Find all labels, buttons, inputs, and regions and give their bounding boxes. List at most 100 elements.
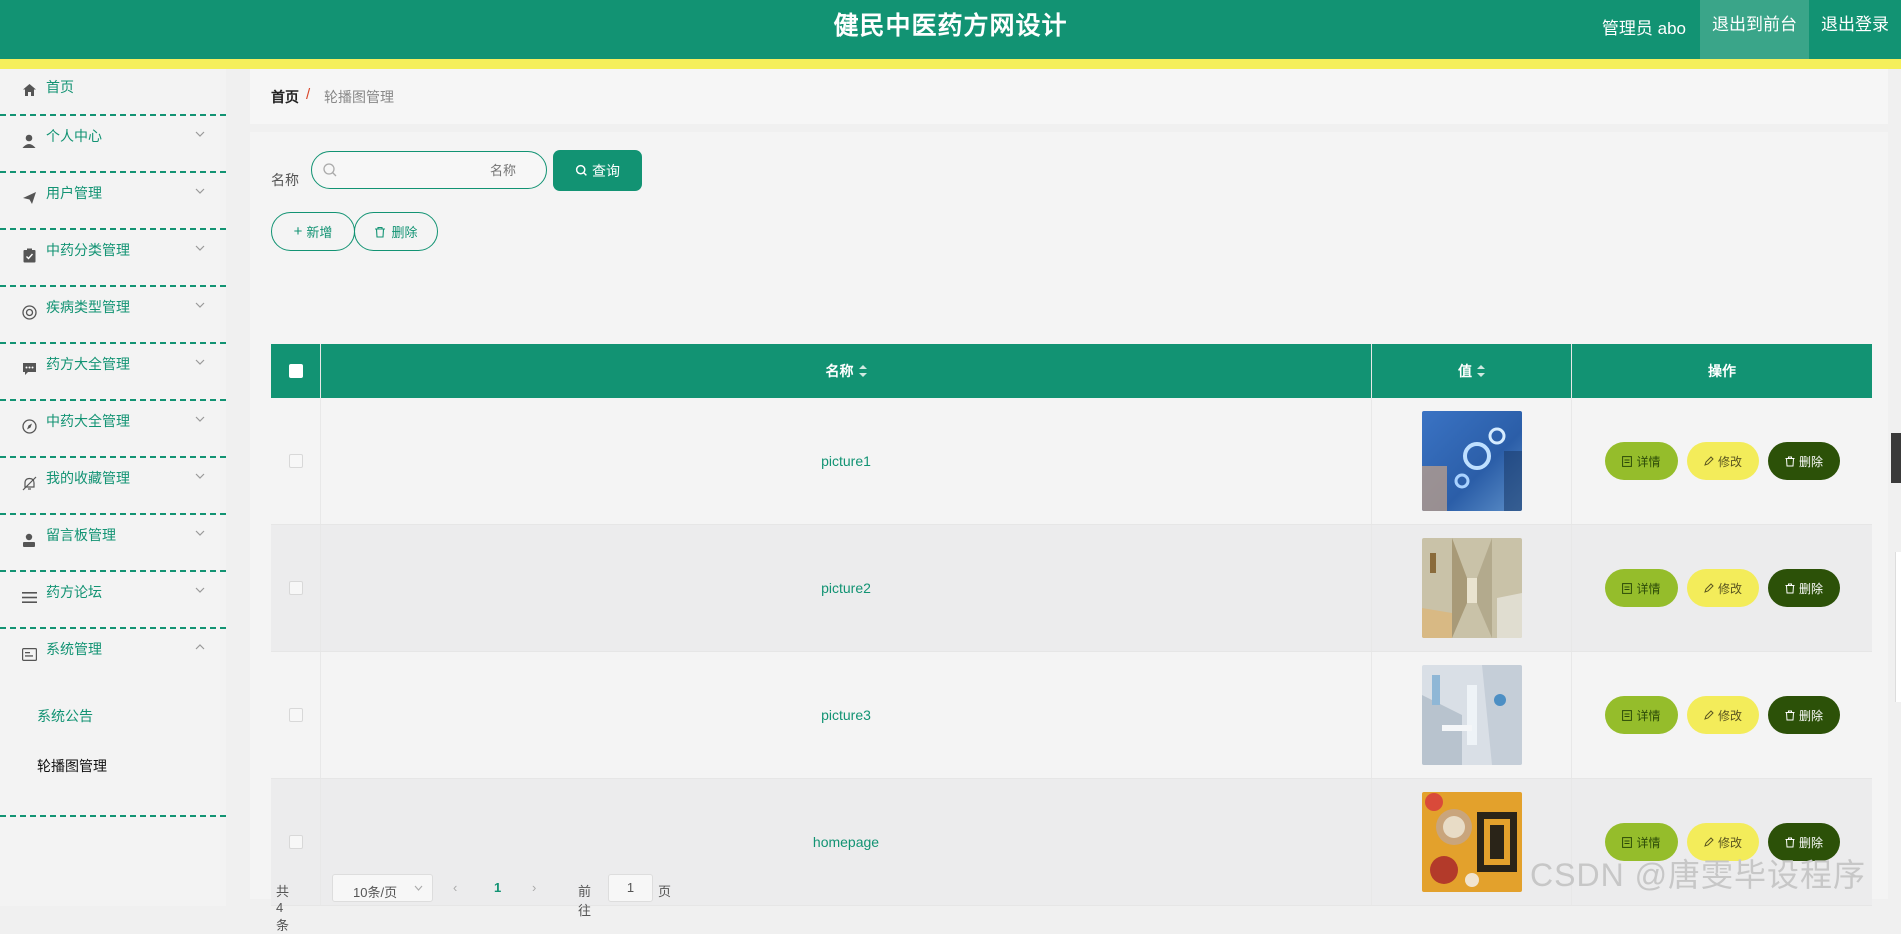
chevron-down-icon [195,131,205,137]
bell-off-icon [21,475,37,491]
scrollbar-thumb[interactable] [1891,433,1901,483]
row-checkbox[interactable] [288,581,303,595]
search-label: 名称 [271,172,299,188]
batch-delete-button[interactable]: 删除 [354,212,438,251]
detail-button[interactable]: 详情 [1605,696,1678,734]
search-field[interactable] [311,151,547,189]
row-name: picture2 [821,580,871,596]
chevron-down-icon [195,416,205,422]
column-header-value[interactable]: 值 [1372,344,1572,398]
search-icon [323,163,337,177]
sidebar: 首页 个人中心 用户管理 中药分类管理 疾病类型管理 药方大全管理 中药大全管理… [0,69,226,906]
row-checkbox[interactable] [288,454,303,468]
sidebar-item-label: 中药分类管理 [46,242,130,258]
list-icon [21,589,37,605]
chevron-down-icon [195,359,205,365]
column-header-label: 值 [1458,363,1472,379]
column-header-name[interactable]: 名称 [321,344,1372,398]
delete-button[interactable]: 删除 [1768,569,1840,607]
sidebar-item-forum[interactable]: 药方论坛 [0,572,226,629]
search-icon [575,164,587,176]
sidebar-item-label: 药方大全管理 [46,356,130,372]
breadcrumb-current: 轮播图管理 [324,89,394,105]
image-thumbnail[interactable] [1421,665,1522,765]
sidebar-item-personal[interactable]: 个人中心 [0,116,226,173]
delete-button[interactable]: 删除 [1768,696,1840,734]
delete-button-label: 删除 [1798,581,1823,596]
select-all-checkbox[interactable] [288,364,303,378]
row-checkbox[interactable] [288,835,303,849]
sort-icon[interactable] [858,365,867,377]
edit-button[interactable]: 修改 [1687,569,1759,607]
sidebar-item-prescriptions[interactable]: 药方大全管理 [0,344,226,401]
logout-button[interactable]: 退出登录 [1809,0,1901,59]
row-select-cell [271,652,321,778]
chevron-down-icon [195,245,205,251]
row-actions-cell: 详情 修改 删除 [1572,398,1872,524]
clipboard-icon [21,247,37,263]
edit-button-label: 修改 [1717,708,1742,723]
search-input[interactable] [342,158,532,182]
user-icon [21,133,37,149]
delete-button-label: 删除 [1798,835,1823,850]
row-name: picture1 [821,453,871,469]
table-header: 名称 值 操作 [271,344,1872,398]
prev-page-button[interactable]: ‹ [453,880,457,895]
row-name-cell: picture2 [321,525,1372,651]
sidebar-item-disease-type[interactable]: 疾病类型管理 [0,287,226,344]
row-name: homepage [812,834,880,850]
page-size-select[interactable]: 10条/页 [332,874,433,902]
next-page-button[interactable]: › [532,880,536,895]
detail-button[interactable]: 详情 [1605,442,1678,480]
chevron-down-icon [195,188,205,194]
sidebar-subitem-announcements[interactable]: 系统公告 [37,706,93,726]
detail-button-label: 详情 [1636,708,1661,723]
header-select-cell [271,344,321,398]
goto-page-input[interactable]: 1 [608,874,653,902]
back-to-frontend-button[interactable]: 退出到前台 [1700,0,1809,59]
column-header-label: 名称 [825,363,854,379]
breadcrumb-home[interactable]: 首页 [271,87,299,107]
sidebar-subitem-carousel[interactable]: 轮播图管理 [37,756,107,776]
edit-button-label: 修改 [1717,454,1742,469]
edit-icon [1704,456,1714,466]
trash-icon [1785,456,1795,466]
breadcrumb-separator: / [306,86,311,103]
header-actions: 管理员 abo 退出到前台 退出登录 [1602,0,1901,59]
sidebar-item-system[interactable]: 系统管理 系统公告 轮播图管理 [0,629,226,817]
delete-button-label: 删除 [1798,454,1823,469]
document-icon [1622,709,1633,721]
chevron-down-icon [414,885,423,891]
edit-button-label: 修改 [1717,581,1742,596]
delete-button[interactable]: 删除 [1768,442,1840,480]
sort-icon[interactable] [1477,365,1485,377]
sidebar-item-label: 我的收藏管理 [46,470,130,486]
top-header-bar: 健民中医药方网设计 管理员 abo 退出到前台 退出登录 [0,0,1901,59]
image-thumbnail[interactable] [1421,411,1522,511]
edit-icon [1704,583,1714,593]
sidebar-item-label: 中药大全管理 [46,413,130,429]
sidebar-item-home[interactable]: 首页 [0,69,226,116]
edit-button-label: 修改 [1717,835,1742,850]
trash-icon [1785,837,1795,847]
sidebar-item-messages[interactable]: 留言板管理 [0,515,226,572]
edit-button[interactable]: 修改 [1687,442,1759,480]
header-accent-stripe [0,59,1901,69]
edit-button[interactable]: 修改 [1687,696,1759,734]
row-checkbox[interactable] [288,708,303,722]
page-number-current[interactable]: 1 [494,880,501,895]
image-thumbnail[interactable] [1421,538,1522,638]
detail-button[interactable]: 详情 [1605,569,1678,607]
add-button[interactable]: + 新增 [271,212,355,251]
sidebar-item-favorites[interactable]: 我的收藏管理 [0,458,226,515]
sidebar-item-herbs[interactable]: 中药大全管理 [0,401,226,458]
search-button[interactable]: 查询 [553,150,642,191]
row-select-cell [271,398,321,524]
trash-icon [1785,583,1795,593]
image-thumbnail[interactable] [1421,792,1522,892]
system-icon [21,646,37,662]
sidebar-item-label: 首页 [46,79,74,95]
sidebar-item-users[interactable]: 用户管理 [0,173,226,230]
batch-delete-label: 删除 [391,225,418,240]
sidebar-item-herb-category[interactable]: 中药分类管理 [0,230,226,287]
